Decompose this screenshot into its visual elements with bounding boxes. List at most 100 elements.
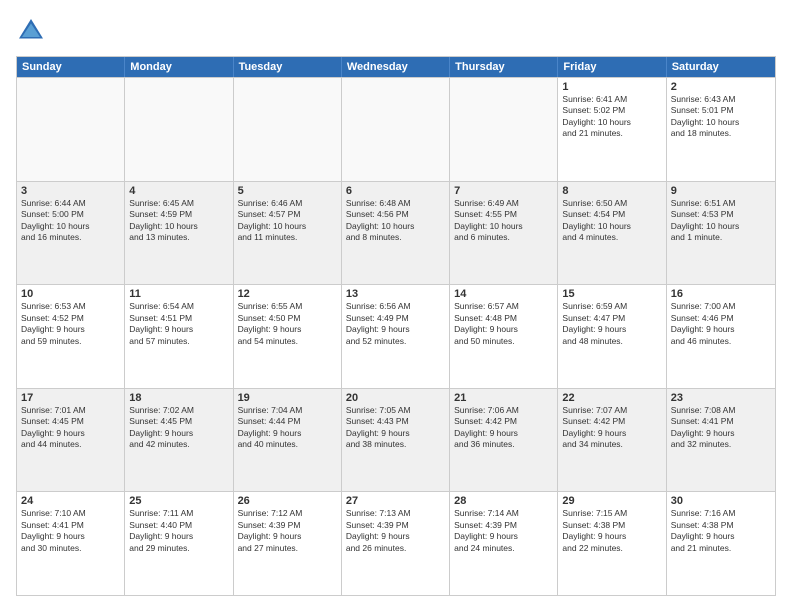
header-day-friday: Friday	[558, 57, 666, 77]
cal-cell-27: 27Sunrise: 7:13 AM Sunset: 4:39 PM Dayli…	[342, 492, 450, 595]
header-day-saturday: Saturday	[667, 57, 775, 77]
header-day-wednesday: Wednesday	[342, 57, 450, 77]
day-info: Sunrise: 6:59 AM Sunset: 4:47 PM Dayligh…	[562, 301, 661, 347]
day-number: 25	[129, 495, 228, 507]
calendar-header: SundayMondayTuesdayWednesdayThursdayFrid…	[17, 57, 775, 77]
cal-cell-26: 26Sunrise: 7:12 AM Sunset: 4:39 PM Dayli…	[234, 492, 342, 595]
day-info: Sunrise: 6:43 AM Sunset: 5:01 PM Dayligh…	[671, 94, 771, 140]
day-info: Sunrise: 6:41 AM Sunset: 5:02 PM Dayligh…	[562, 94, 661, 140]
cal-cell-7: 7Sunrise: 6:49 AM Sunset: 4:55 PM Daylig…	[450, 182, 558, 285]
cal-cell-14: 14Sunrise: 6:57 AM Sunset: 4:48 PM Dayli…	[450, 285, 558, 388]
header-day-thursday: Thursday	[450, 57, 558, 77]
day-info: Sunrise: 7:01 AM Sunset: 4:45 PM Dayligh…	[21, 405, 120, 451]
day-info: Sunrise: 7:10 AM Sunset: 4:41 PM Dayligh…	[21, 508, 120, 554]
day-number: 18	[129, 392, 228, 404]
calendar: SundayMondayTuesdayWednesdayThursdayFrid…	[16, 56, 776, 596]
day-number: 7	[454, 185, 553, 197]
day-number: 5	[238, 185, 337, 197]
day-number: 4	[129, 185, 228, 197]
day-info: Sunrise: 6:55 AM Sunset: 4:50 PM Dayligh…	[238, 301, 337, 347]
cal-cell-25: 25Sunrise: 7:11 AM Sunset: 4:40 PM Dayli…	[125, 492, 233, 595]
day-info: Sunrise: 6:51 AM Sunset: 4:53 PM Dayligh…	[671, 198, 771, 244]
day-info: Sunrise: 7:06 AM Sunset: 4:42 PM Dayligh…	[454, 405, 553, 451]
day-info: Sunrise: 7:14 AM Sunset: 4:39 PM Dayligh…	[454, 508, 553, 554]
day-info: Sunrise: 6:44 AM Sunset: 5:00 PM Dayligh…	[21, 198, 120, 244]
day-info: Sunrise: 7:13 AM Sunset: 4:39 PM Dayligh…	[346, 508, 445, 554]
header-day-monday: Monday	[125, 57, 233, 77]
day-number: 8	[562, 185, 661, 197]
day-info: Sunrise: 7:11 AM Sunset: 4:40 PM Dayligh…	[129, 508, 228, 554]
day-number: 24	[21, 495, 120, 507]
cal-cell-23: 23Sunrise: 7:08 AM Sunset: 4:41 PM Dayli…	[667, 389, 775, 492]
day-info: Sunrise: 7:15 AM Sunset: 4:38 PM Dayligh…	[562, 508, 661, 554]
day-number: 28	[454, 495, 553, 507]
day-info: Sunrise: 6:49 AM Sunset: 4:55 PM Dayligh…	[454, 198, 553, 244]
cal-cell-5: 5Sunrise: 6:46 AM Sunset: 4:57 PM Daylig…	[234, 182, 342, 285]
calendar-row-1: 3Sunrise: 6:44 AM Sunset: 5:00 PM Daylig…	[17, 181, 775, 285]
cal-cell-empty-2	[234, 78, 342, 181]
cal-cell-empty-0	[17, 78, 125, 181]
cal-cell-15: 15Sunrise: 6:59 AM Sunset: 4:47 PM Dayli…	[558, 285, 666, 388]
cal-cell-4: 4Sunrise: 6:45 AM Sunset: 4:59 PM Daylig…	[125, 182, 233, 285]
day-number: 6	[346, 185, 445, 197]
day-number: 26	[238, 495, 337, 507]
cal-cell-30: 30Sunrise: 7:16 AM Sunset: 4:38 PM Dayli…	[667, 492, 775, 595]
cal-cell-11: 11Sunrise: 6:54 AM Sunset: 4:51 PM Dayli…	[125, 285, 233, 388]
header-day-sunday: Sunday	[17, 57, 125, 77]
day-number: 27	[346, 495, 445, 507]
cal-cell-2: 2Sunrise: 6:43 AM Sunset: 5:01 PM Daylig…	[667, 78, 775, 181]
day-number: 23	[671, 392, 771, 404]
day-number: 10	[21, 288, 120, 300]
day-info: Sunrise: 6:57 AM Sunset: 4:48 PM Dayligh…	[454, 301, 553, 347]
day-number: 11	[129, 288, 228, 300]
day-info: Sunrise: 7:08 AM Sunset: 4:41 PM Dayligh…	[671, 405, 771, 451]
day-number: 17	[21, 392, 120, 404]
day-number: 1	[562, 81, 661, 93]
cal-cell-13: 13Sunrise: 6:56 AM Sunset: 4:49 PM Dayli…	[342, 285, 450, 388]
day-number: 15	[562, 288, 661, 300]
day-info: Sunrise: 6:45 AM Sunset: 4:59 PM Dayligh…	[129, 198, 228, 244]
day-number: 30	[671, 495, 771, 507]
cal-cell-empty-3	[342, 78, 450, 181]
cal-cell-19: 19Sunrise: 7:04 AM Sunset: 4:44 PM Dayli…	[234, 389, 342, 492]
calendar-body: 1Sunrise: 6:41 AM Sunset: 5:02 PM Daylig…	[17, 77, 775, 595]
day-number: 19	[238, 392, 337, 404]
day-number: 20	[346, 392, 445, 404]
day-number: 16	[671, 288, 771, 300]
header	[16, 16, 776, 46]
day-number: 12	[238, 288, 337, 300]
day-number: 2	[671, 81, 771, 93]
calendar-row-0: 1Sunrise: 6:41 AM Sunset: 5:02 PM Daylig…	[17, 77, 775, 181]
day-info: Sunrise: 7:07 AM Sunset: 4:42 PM Dayligh…	[562, 405, 661, 451]
cal-cell-12: 12Sunrise: 6:55 AM Sunset: 4:50 PM Dayli…	[234, 285, 342, 388]
cal-cell-6: 6Sunrise: 6:48 AM Sunset: 4:56 PM Daylig…	[342, 182, 450, 285]
header-day-tuesday: Tuesday	[234, 57, 342, 77]
day-info: Sunrise: 6:46 AM Sunset: 4:57 PM Dayligh…	[238, 198, 337, 244]
day-number: 13	[346, 288, 445, 300]
day-info: Sunrise: 7:00 AM Sunset: 4:46 PM Dayligh…	[671, 301, 771, 347]
day-info: Sunrise: 7:04 AM Sunset: 4:44 PM Dayligh…	[238, 405, 337, 451]
day-info: Sunrise: 6:50 AM Sunset: 4:54 PM Dayligh…	[562, 198, 661, 244]
cal-cell-20: 20Sunrise: 7:05 AM Sunset: 4:43 PM Dayli…	[342, 389, 450, 492]
day-number: 14	[454, 288, 553, 300]
day-number: 22	[562, 392, 661, 404]
logo	[16, 16, 50, 46]
day-info: Sunrise: 7:12 AM Sunset: 4:39 PM Dayligh…	[238, 508, 337, 554]
day-info: Sunrise: 7:16 AM Sunset: 4:38 PM Dayligh…	[671, 508, 771, 554]
day-number: 3	[21, 185, 120, 197]
day-info: Sunrise: 6:54 AM Sunset: 4:51 PM Dayligh…	[129, 301, 228, 347]
cal-cell-empty-4	[450, 78, 558, 181]
day-number: 29	[562, 495, 661, 507]
cal-cell-1: 1Sunrise: 6:41 AM Sunset: 5:02 PM Daylig…	[558, 78, 666, 181]
cal-cell-8: 8Sunrise: 6:50 AM Sunset: 4:54 PM Daylig…	[558, 182, 666, 285]
cal-cell-17: 17Sunrise: 7:01 AM Sunset: 4:45 PM Dayli…	[17, 389, 125, 492]
day-number: 21	[454, 392, 553, 404]
cal-cell-18: 18Sunrise: 7:02 AM Sunset: 4:45 PM Dayli…	[125, 389, 233, 492]
cal-cell-empty-1	[125, 78, 233, 181]
day-info: Sunrise: 6:53 AM Sunset: 4:52 PM Dayligh…	[21, 301, 120, 347]
day-info: Sunrise: 7:05 AM Sunset: 4:43 PM Dayligh…	[346, 405, 445, 451]
cal-cell-24: 24Sunrise: 7:10 AM Sunset: 4:41 PM Dayli…	[17, 492, 125, 595]
cal-cell-3: 3Sunrise: 6:44 AM Sunset: 5:00 PM Daylig…	[17, 182, 125, 285]
calendar-row-4: 24Sunrise: 7:10 AM Sunset: 4:41 PM Dayli…	[17, 491, 775, 595]
cal-cell-21: 21Sunrise: 7:06 AM Sunset: 4:42 PM Dayli…	[450, 389, 558, 492]
